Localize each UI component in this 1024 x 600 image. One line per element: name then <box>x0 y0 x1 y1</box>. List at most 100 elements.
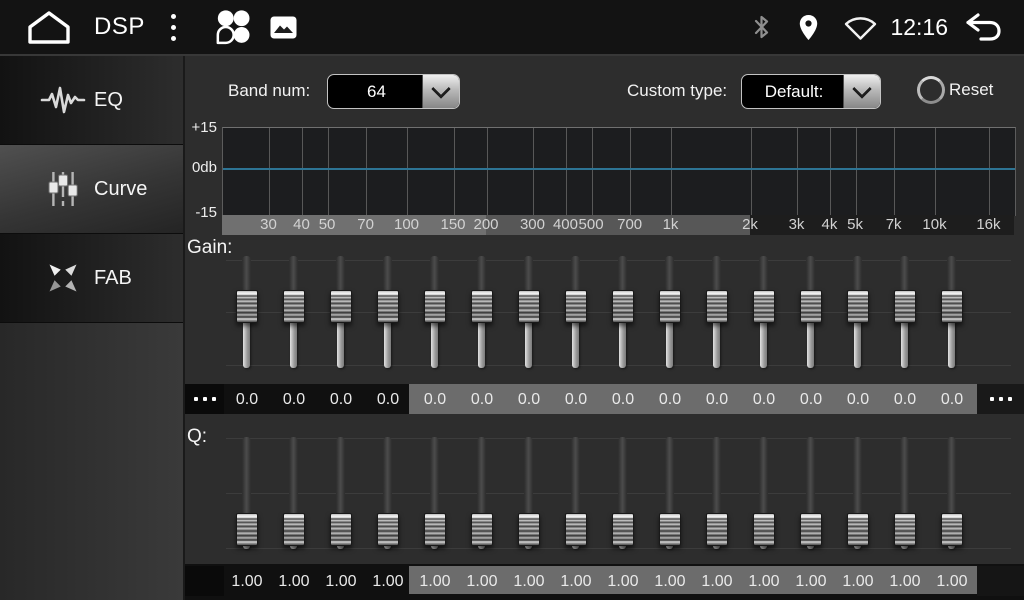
q-slider <box>471 437 493 549</box>
slider-track-lower <box>807 322 814 368</box>
q-value: 1.00 <box>882 573 928 591</box>
sidebar-item-label: EQ <box>94 89 123 112</box>
q-slider <box>424 437 446 549</box>
plot-grid-line <box>566 128 567 216</box>
gain-more-right-button[interactable] <box>977 384 1024 414</box>
slider-track-lower <box>290 322 297 368</box>
gain-slider-thumb[interactable] <box>518 290 540 323</box>
fab-arrows-icon <box>40 260 86 296</box>
plot-grid-line <box>830 128 831 216</box>
q-slider-thumb[interactable] <box>424 513 446 546</box>
gain-slider-thumb[interactable] <box>424 290 446 323</box>
menu-dots-icon[interactable] <box>171 14 176 41</box>
band-num-select[interactable]: 64 <box>327 74 460 109</box>
plot-grid-line <box>302 128 303 216</box>
q-slider-thumb[interactable] <box>847 513 869 546</box>
q-slider <box>847 437 869 549</box>
slider-track-upper <box>289 256 298 294</box>
sidebar-item-curve[interactable]: Curve <box>0 145 183 234</box>
slider-track-upper <box>383 437 392 517</box>
gain-slider <box>847 256 869 368</box>
q-slider-thumb[interactable] <box>800 513 822 546</box>
plot-grid-line <box>366 128 367 216</box>
gain-slider-thumb[interactable] <box>330 290 352 323</box>
gain-slider-thumb[interactable] <box>659 290 681 323</box>
slider-track-upper <box>289 437 298 517</box>
q-slider-thumb[interactable] <box>941 513 963 546</box>
q-slider-thumb[interactable] <box>753 513 775 546</box>
q-value: 1.00 <box>318 573 364 591</box>
slider-track-upper <box>571 256 580 294</box>
gain-slider <box>659 256 681 368</box>
q-more-left-button[interactable] <box>185 566 224 596</box>
gain-slider <box>518 256 540 368</box>
gain-slider-thumb[interactable] <box>377 290 399 323</box>
slider-track-upper <box>430 437 439 517</box>
slider-track-upper <box>477 437 486 517</box>
gain-slider-thumb[interactable] <box>236 290 258 323</box>
gain-value: 0.0 <box>741 391 787 409</box>
eq-waveform-icon <box>40 84 86 116</box>
plot-grid-line <box>328 128 329 216</box>
q-slider-thumb[interactable] <box>518 513 540 546</box>
q-slider-thumb[interactable] <box>706 513 728 546</box>
q-slider <box>330 437 352 549</box>
frequency-tick-label: 500 <box>569 216 613 233</box>
sidebar-item-label: FAB <box>94 267 132 290</box>
q-slider-thumb[interactable] <box>612 513 634 546</box>
chevron-down-icon[interactable] <box>843 75 880 108</box>
gain-slider <box>377 256 399 368</box>
slider-track-lower <box>572 322 579 368</box>
app-title: DSP <box>94 13 145 41</box>
gain-slider-thumb[interactable] <box>941 290 963 323</box>
q-slider-thumb[interactable] <box>377 513 399 546</box>
gain-slider-thumb[interactable] <box>612 290 634 323</box>
q-more-right-button[interactable] <box>977 566 1024 596</box>
slider-track-lower <box>901 322 908 368</box>
q-slider-thumb[interactable] <box>894 513 916 546</box>
q-slider <box>612 437 634 549</box>
q-slider-thumb[interactable] <box>471 513 493 546</box>
gallery-icon[interactable] <box>270 16 297 39</box>
eq-curve-plot[interactable] <box>222 127 1016 216</box>
gain-slider-thumb[interactable] <box>847 290 869 323</box>
gain-more-left-button[interactable] <box>185 384 224 414</box>
q-value: 1.00 <box>553 573 599 591</box>
frequency-tick-label: 10k <box>913 216 957 233</box>
q-slider-thumb[interactable] <box>659 513 681 546</box>
apps-icon[interactable] <box>212 7 252 47</box>
gain-slider-thumb[interactable] <box>565 290 587 323</box>
gain-slider-thumb[interactable] <box>283 290 305 323</box>
q-slider <box>659 437 681 549</box>
gain-slider-thumb[interactable] <box>894 290 916 323</box>
q-slider <box>706 437 728 549</box>
slider-track-upper <box>853 256 862 294</box>
reset-radio-button[interactable] <box>917 76 945 104</box>
slider-track-upper <box>900 256 909 294</box>
gain-slider-thumb[interactable] <box>706 290 728 323</box>
gain-slider-thumb[interactable] <box>471 290 493 323</box>
home-icon[interactable] <box>26 9 72 45</box>
frequency-tick-label: 50 <box>305 216 349 233</box>
q-slider <box>565 437 587 549</box>
slider-track-upper <box>759 256 768 294</box>
q-slider-thumb[interactable] <box>236 513 258 546</box>
q-slider-thumb[interactable] <box>330 513 352 546</box>
sidebar-item-fab[interactable]: FAB <box>0 234 183 323</box>
q-slider-thumb[interactable] <box>565 513 587 546</box>
slider-track-lower <box>478 322 485 368</box>
gain-value: 0.0 <box>271 391 317 409</box>
slider-track-upper <box>947 256 956 294</box>
gain-value: 0.0 <box>600 391 646 409</box>
custom-type-select[interactable]: Default: <box>741 74 881 109</box>
sidebar-item-eq[interactable]: EQ <box>0 56 183 145</box>
y-axis-label-bottom: -15 <box>185 204 217 221</box>
back-icon[interactable] <box>964 12 1002 42</box>
slider-track-lower <box>431 322 438 368</box>
chevron-down-icon[interactable] <box>422 75 459 108</box>
gain-slider-thumb[interactable] <box>800 290 822 323</box>
gain-slider-thumb[interactable] <box>753 290 775 323</box>
q-slider-thumb[interactable] <box>283 513 305 546</box>
slider-track-upper <box>430 256 439 294</box>
gain-slider <box>236 256 258 368</box>
